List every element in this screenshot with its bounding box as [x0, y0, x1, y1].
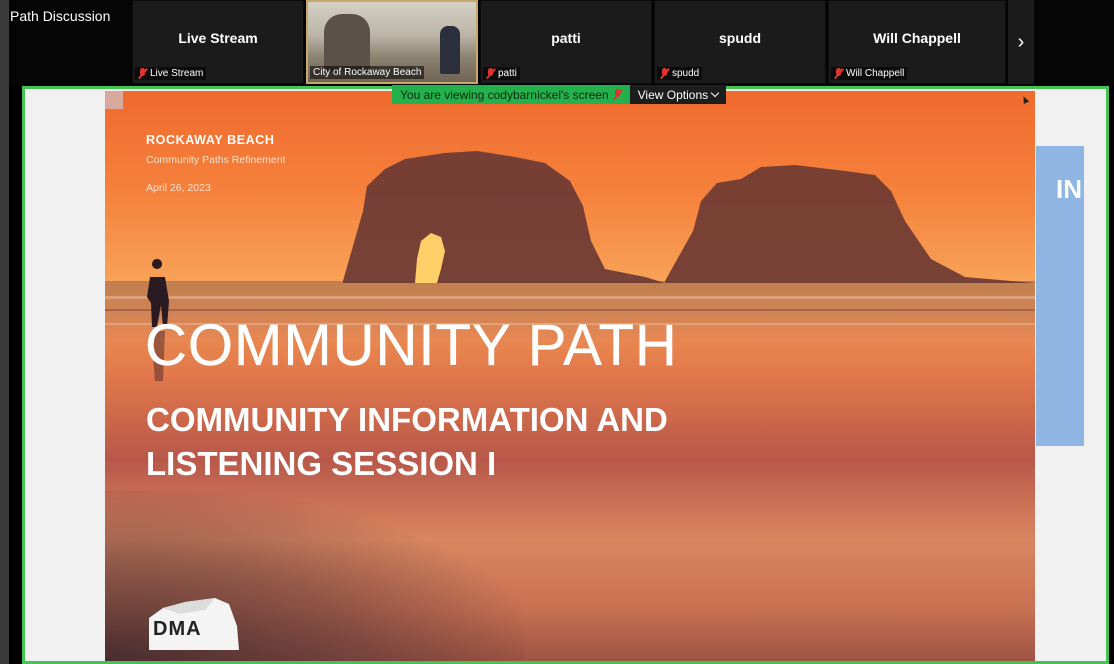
wave-line [105, 296, 1035, 299]
slide-headline-light: COMMUNITY PATH [145, 316, 678, 375]
participant-tile-city-of-rockaway-beach[interactable]: City of Rockaway Beach [306, 0, 478, 84]
arch-rock-left [343, 151, 665, 283]
slide-headline-bold: COMMUNITY INFORMATION AND LISTENING SESS… [146, 398, 668, 486]
participant-label: Live Stream [135, 67, 207, 80]
participant-label-text: patti [498, 68, 517, 79]
participant-label: Will Chappell [831, 67, 908, 80]
participant-name: spudd [719, 30, 761, 46]
slide-subtitle: Community Paths Refinement [146, 154, 286, 166]
meeting-title: Path Discussion [10, 8, 111, 24]
participant-label: City of Rockaway Beach [310, 66, 425, 79]
next-participants-button[interactable]: › [1008, 0, 1034, 84]
presentation-slide: ROCKAWAY BEACH Community Paths Refinemen… [105, 91, 1035, 661]
participant-label-text: Will Chappell [846, 68, 905, 79]
viewing-screen-banner: You are viewing codybarnickel's screen [392, 85, 630, 104]
mic-off-icon [660, 68, 669, 79]
headline-bold-line-1: COMMUNITY INFORMATION AND [146, 401, 668, 438]
view-options-button[interactable]: View Options [629, 85, 727, 104]
participant-label-text: City of Rockaway Beach [313, 67, 422, 78]
mic-off-icon [834, 68, 843, 79]
slide-location-title: ROCKAWAY BEACH [146, 133, 275, 147]
participant-tile-live-stream[interactable]: Live Stream Live Stream [132, 0, 304, 84]
participant-name: patti [551, 30, 581, 46]
participant-label: patti [483, 67, 520, 80]
next-slide-preview: IN [1036, 146, 1084, 446]
participant-label-text: Live Stream [150, 68, 204, 79]
chevron-down-icon [710, 88, 720, 97]
participant-tile-spudd[interactable]: spudd spudd [654, 0, 826, 84]
participant-strip: Path Discussion Live Stream Live Stream … [0, 0, 1114, 86]
participant-label-text: spudd [672, 68, 700, 79]
participant-name: Will Chappell [873, 30, 961, 46]
participant-name: Live Stream [178, 30, 258, 46]
participant-tile-will-chappell[interactable]: Will Chappell Will Chappell [828, 0, 1006, 84]
mic-off-icon [138, 68, 147, 79]
dma-logo-text: DMA [153, 618, 202, 640]
window-edge [0, 0, 9, 664]
shared-screen[interactable]: ROCKAWAY BEACH Community Paths Refinemen… [22, 86, 1109, 664]
video-feed-person [324, 14, 370, 72]
headline-light-text: COMMUNITY PATH [145, 313, 678, 378]
viewing-banner-text: You are viewing codybarnickel's screen [400, 87, 609, 102]
chevron-right-icon: › [1017, 30, 1025, 53]
dma-logo: DMA [145, 596, 241, 652]
participant-label: spudd [657, 67, 703, 80]
view-options-label: View Options [637, 87, 709, 102]
wave-line [105, 309, 1035, 311]
headline-bold-line-2: LISTENING SESSION I [146, 445, 497, 482]
mic-off-icon [486, 68, 495, 79]
mic-off-icon [613, 89, 622, 100]
arch-rock-right [665, 165, 1035, 283]
slide-date: April 26, 2023 [146, 182, 211, 194]
participant-tile-patti[interactable]: patti patti [480, 0, 652, 84]
screen-share-banner: You are viewing codybarnickel's screen V… [392, 85, 727, 104]
next-slide-text: IN [1056, 174, 1082, 204]
video-feed-person [440, 26, 460, 74]
